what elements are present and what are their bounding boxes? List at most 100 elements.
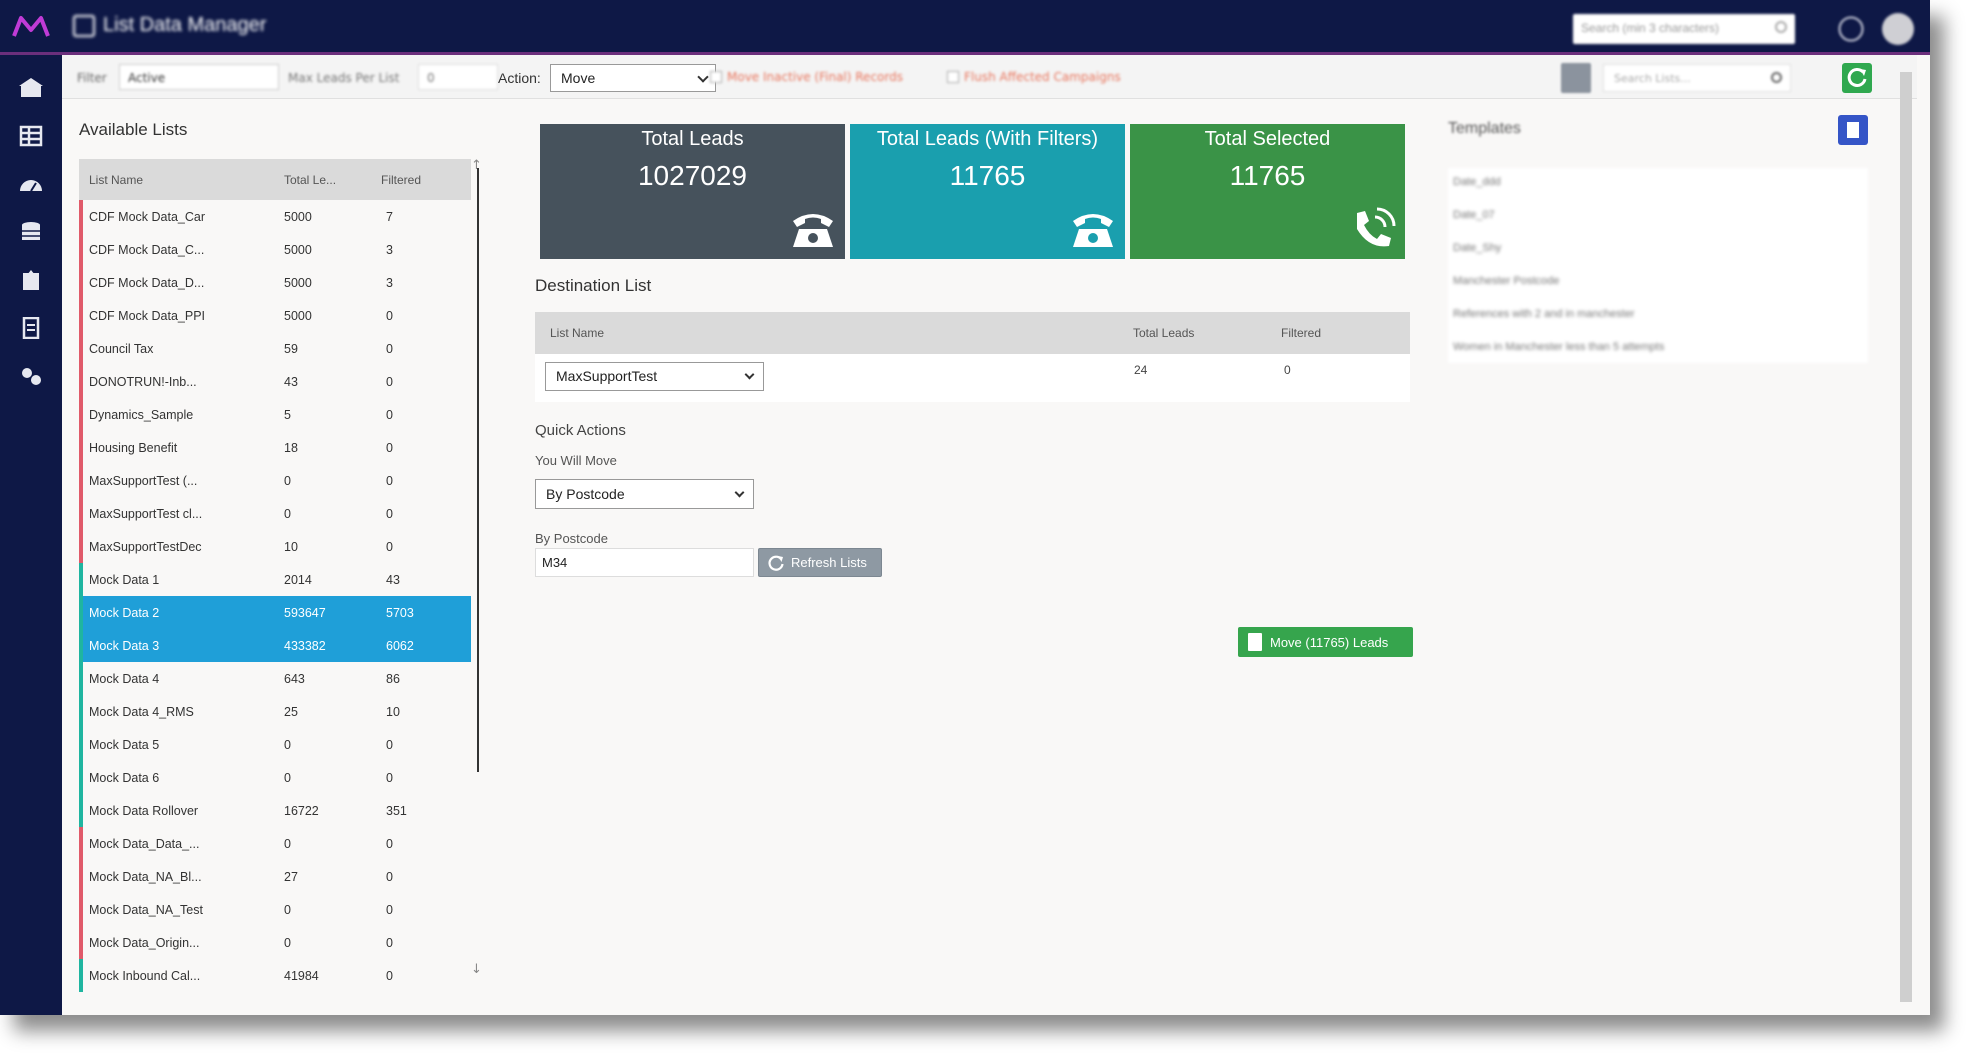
refresh-green-button[interactable] (1842, 63, 1872, 93)
search-lists-input[interactable]: Search Lists... (1603, 64, 1791, 92)
app-title: List Data Manager (103, 14, 267, 36)
settings-icon[interactable] (1838, 16, 1864, 42)
list-row[interactable]: Housing Benefit 18 0 (79, 431, 471, 464)
home-icon[interactable] (18, 77, 44, 99)
list-row-filtered: 351 (386, 803, 407, 818)
list-row-name: Housing Benefit (89, 440, 178, 455)
list-row[interactable]: CDF Mock Data_C... 5000 3 (79, 233, 471, 266)
list-row[interactable]: Dynamics_Sample 5 0 (79, 398, 471, 431)
list-row[interactable]: MaxSupportTestDec 10 0 (79, 530, 471, 563)
list-row-name: CDF Mock Data_D... (89, 275, 205, 290)
destination-list-select[interactable]: MaxSupportTest (545, 362, 764, 391)
user-avatar[interactable] (1882, 13, 1914, 45)
list-row-total: 0 (284, 506, 291, 521)
list-scrollbar[interactable] (477, 168, 479, 772)
upload-file-icon[interactable] (18, 269, 44, 291)
available-lists-table: List Name Total Le... Filtered CDF Mock … (79, 159, 471, 992)
move-mode-select[interactable]: By Postcode (535, 479, 754, 509)
app-title-group: List Data Manager (73, 14, 266, 37)
list-row[interactable]: DONOTRUN!-Inb... 43 0 (79, 365, 471, 398)
flush-campaigns-label: Flush Affected Campaigns (964, 70, 1121, 84)
template-item[interactable]: References with 2 and in manchester (1453, 308, 1635, 320)
col-filtered[interactable]: Filtered (381, 173, 421, 187)
list-row[interactable]: Mock Data_NA_Test 0 0 (79, 893, 471, 926)
move-leads-button[interactable]: Move (11765) Leads (1238, 627, 1413, 657)
list-row[interactable]: Mock Data 4_RMS 25 10 (79, 695, 471, 728)
page-scrollbar[interactable] (1900, 72, 1912, 1002)
list-row-filtered: 0 (386, 770, 393, 785)
postcode-input[interactable]: M34 (535, 548, 754, 577)
filter-select[interactable]: Active (119, 64, 279, 90)
template-item[interactable]: Date_07 (1453, 209, 1495, 221)
refresh-lists-button[interactable]: Refresh Lists (758, 548, 882, 577)
list-row[interactable]: Mock Data_NA_Bl... 27 0 (79, 860, 471, 893)
list-row[interactable]: MaxSupportTest (... 0 0 (79, 464, 471, 497)
list-row-filtered: 43 (386, 572, 400, 587)
list-row[interactable]: MaxSupportTest cl... 0 0 (79, 497, 471, 530)
list-row-filtered: 0 (386, 440, 393, 455)
flush-campaigns-checkbox[interactable]: Flush Affected Campaigns (947, 70, 1121, 84)
template-item[interactable]: Manchester Postcode (1453, 275, 1559, 287)
list-row[interactable]: Mock Data Rollover 16722 351 (79, 794, 471, 827)
template-item[interactable]: Date_Shy (1453, 242, 1501, 254)
list-row-filtered: 6062 (386, 638, 414, 653)
list-row-name: Dynamics_Sample (89, 407, 194, 422)
list-row-filtered: 3 (386, 275, 393, 290)
list-row-total: 41984 (284, 968, 319, 983)
list-row[interactable]: Mock Data 2 593647 5703 (79, 596, 471, 629)
filter-toolbar: Filter Active Max Leads Per List 0 Actio… (62, 55, 1917, 99)
list-row[interactable]: Mock Inbound Cal... 41984 0 (79, 959, 471, 992)
tools-icon[interactable] (18, 365, 44, 387)
chevron-down-icon (734, 487, 745, 498)
search-lists-toggle-button[interactable] (1561, 63, 1591, 93)
checkbox-box (947, 71, 959, 83)
list-row-total: 0 (284, 473, 291, 488)
template-item[interactable]: Date_ddd (1453, 176, 1501, 188)
sidebar (0, 55, 62, 1015)
chevron-down-icon (697, 71, 709, 83)
move-mode-value: By Postcode (546, 486, 625, 502)
filter-select-value: Active (128, 71, 166, 85)
list-row[interactable]: Mock Data_Origin... 0 0 (79, 926, 471, 959)
col-list-name: List Name (550, 326, 605, 340)
list-row-name: Mock Inbound Cal... (89, 968, 201, 983)
move-inactive-checkbox[interactable]: Move Inactive (Final) Records (710, 70, 903, 84)
table-grid-icon[interactable] (18, 125, 44, 147)
destination-list-title: Destination List (535, 276, 652, 295)
list-row-total: 25 (284, 704, 298, 719)
list-row-total: 59 (284, 341, 298, 356)
phone-ringing-icon (1357, 207, 1396, 247)
list-row-total: 2014 (284, 572, 312, 587)
list-row[interactable]: Mock Data_Data_... 0 0 (79, 827, 471, 860)
col-total-leads[interactable]: Total Le... (284, 173, 336, 187)
list-row-filtered: 0 (386, 935, 393, 950)
list-row[interactable]: CDF Mock Data_D... 5000 3 (79, 266, 471, 299)
template-item[interactable]: Women in Manchester less than 5 attempts (1453, 341, 1664, 353)
list-row[interactable]: CDF Mock Data_Car 5000 7 (79, 200, 471, 233)
list-row[interactable]: Mock Data 5 0 0 (79, 728, 471, 761)
list-row-total: 593647 (284, 605, 326, 620)
list-row-name: Mock Data_Origin... (89, 935, 200, 950)
refresh-icon (1847, 67, 1867, 87)
list-row[interactable]: Mock Data 3 433382 6062 (79, 629, 471, 662)
add-template-button[interactable] (1838, 115, 1868, 145)
list-row-total: 0 (284, 935, 291, 950)
search-icon (1775, 21, 1787, 33)
action-select[interactable]: Move (550, 64, 716, 92)
list-row[interactable]: Mock Data 6 0 0 (79, 761, 471, 794)
list-row[interactable]: Mock Data 1 2014 43 (79, 563, 471, 596)
action-select-value: Move (561, 70, 596, 86)
document-icon[interactable] (18, 316, 44, 340)
scroll-down-arrow-icon[interactable]: ↓ (471, 962, 482, 977)
col-list-name[interactable]: List Name (89, 173, 143, 187)
dashboard-gauge-icon[interactable] (18, 173, 44, 195)
postcode-value: M34 (542, 555, 568, 570)
list-row[interactable]: Mock Data 4 643 86 (79, 662, 471, 695)
list-row[interactable]: Council Tax 59 0 (79, 332, 471, 365)
max-leads-input[interactable]: 0 (418, 64, 498, 90)
list-row[interactable]: CDF Mock Data_PPI 5000 0 (79, 299, 471, 332)
list-row-name: Mock Data_NA_Test (89, 902, 203, 917)
global-search-input[interactable]: Search (min 3 characters) (1573, 14, 1795, 44)
database-icon[interactable] (18, 221, 44, 243)
list-row-name: Mock Data 5 (89, 737, 160, 752)
